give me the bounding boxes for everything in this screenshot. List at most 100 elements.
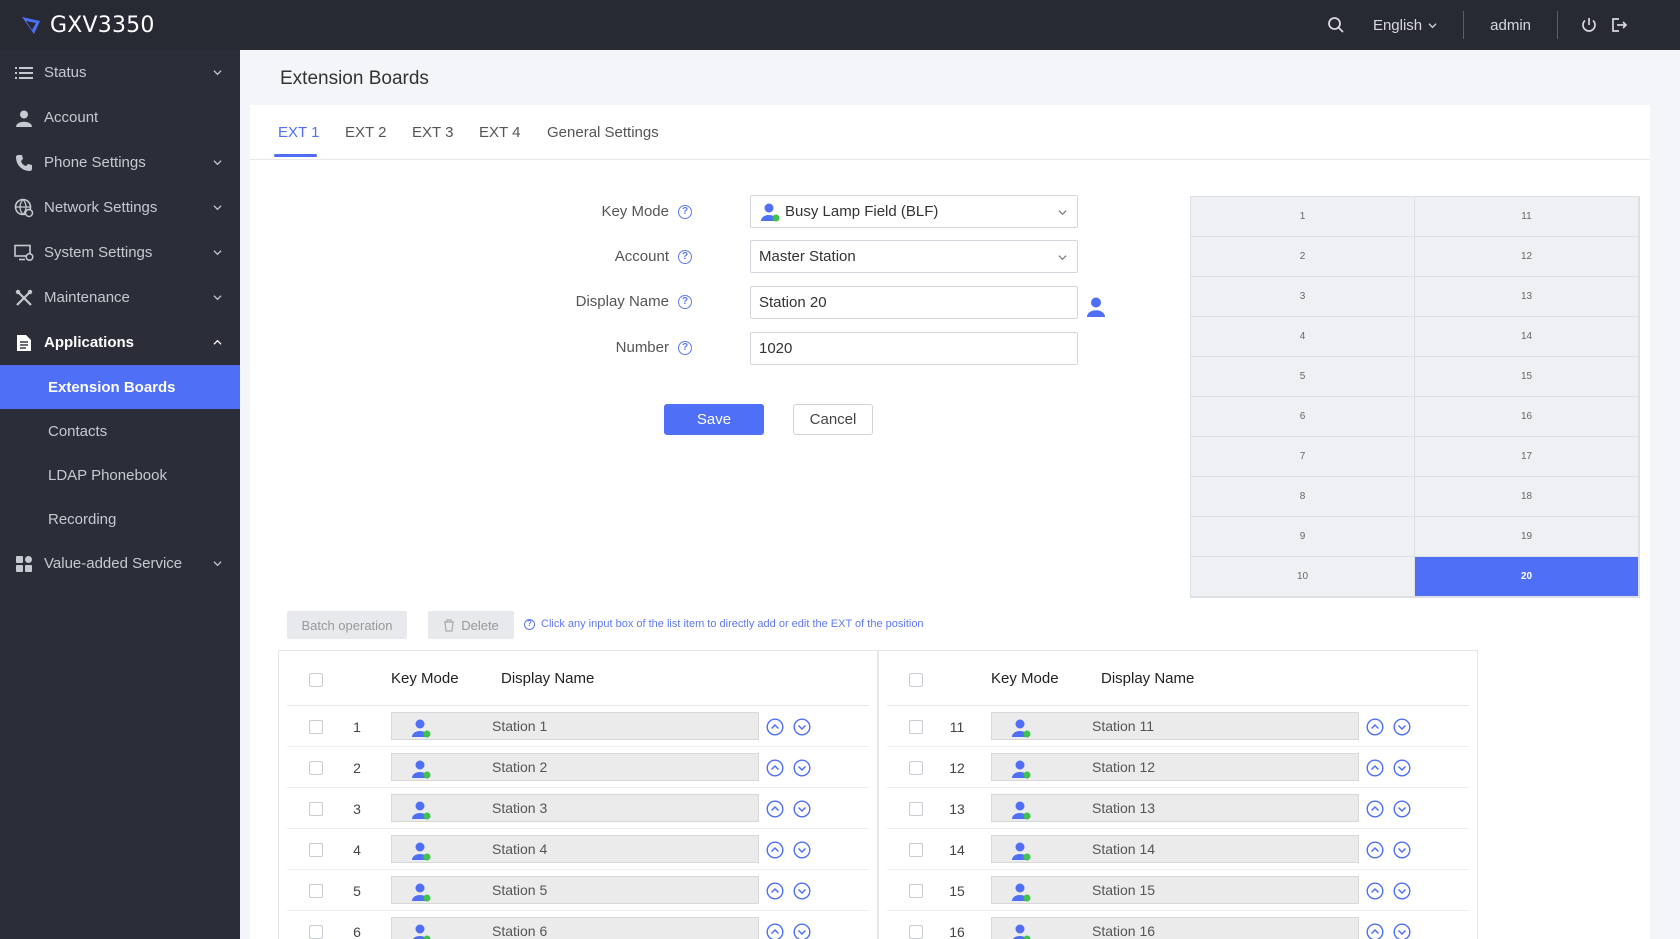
move-down-icon[interactable]	[793, 841, 811, 859]
row-checkbox[interactable]	[309, 843, 323, 857]
row-name-input[interactable]: Station 4	[391, 835, 759, 863]
key-cell[interactable]: 8	[1191, 477, 1415, 517]
select-all-checkbox[interactable]	[309, 673, 323, 687]
move-down-icon[interactable]	[1393, 800, 1411, 818]
key-cell[interactable]: 6	[1191, 397, 1415, 437]
key-cell[interactable]: 9	[1191, 517, 1415, 557]
sidebar-item-status[interactable]: Status	[0, 50, 240, 95]
key-cell[interactable]: 4	[1191, 317, 1415, 357]
move-up-icon[interactable]	[1366, 718, 1384, 736]
row-name-input[interactable]: Station 5	[391, 876, 759, 904]
row-checkbox[interactable]	[309, 720, 323, 734]
move-down-icon[interactable]	[1393, 759, 1411, 777]
move-up-icon[interactable]	[1366, 882, 1384, 900]
power-icon[interactable]	[1580, 16, 1598, 34]
row-name-input[interactable]: Station 13	[991, 794, 1359, 822]
select-all-checkbox[interactable]	[909, 673, 923, 687]
logout-icon[interactable]	[1610, 16, 1628, 34]
row-name-input[interactable]: Station 16	[991, 917, 1359, 939]
key-cell[interactable]: 11	[1415, 197, 1639, 237]
move-down-icon[interactable]	[793, 759, 811, 777]
tab-ext-3[interactable]: EXT 3	[412, 124, 453, 141]
row-name-input[interactable]: Station 15	[991, 876, 1359, 904]
delete-button[interactable]: Delete	[428, 611, 514, 639]
sidebar-item-maintenance[interactable]: Maintenance	[0, 275, 240, 320]
tab-ext-1[interactable]: EXT 1	[278, 124, 319, 141]
move-down-icon[interactable]	[793, 800, 811, 818]
key-cell[interactable]: 2	[1191, 237, 1415, 277]
row-checkbox[interactable]	[309, 925, 323, 939]
move-up-icon[interactable]	[1366, 923, 1384, 939]
key-cell[interactable]: 20	[1415, 557, 1639, 597]
key-cell[interactable]: 7	[1191, 437, 1415, 477]
move-up-icon[interactable]	[1366, 759, 1384, 777]
contact-picker-icon[interactable]	[1085, 296, 1107, 318]
key-cell[interactable]: 19	[1415, 517, 1639, 557]
move-down-icon[interactable]	[793, 923, 811, 939]
sidebar-subitem-contacts[interactable]: Contacts	[0, 409, 240, 453]
row-checkbox[interactable]	[309, 884, 323, 898]
row-name-input[interactable]: Station 6	[391, 917, 759, 939]
sidebar-item-phone-settings[interactable]: Phone Settings	[0, 140, 240, 185]
row-checkbox[interactable]	[909, 761, 923, 775]
row-name-input[interactable]: Station 3	[391, 794, 759, 822]
sidebar-item-account[interactable]: Account	[0, 95, 240, 140]
help-icon[interactable]: ?	[678, 205, 692, 219]
number-input[interactable]: 1020	[750, 332, 1078, 365]
move-down-icon[interactable]	[1393, 923, 1411, 939]
row-checkbox[interactable]	[309, 802, 323, 816]
move-down-icon[interactable]	[793, 882, 811, 900]
key-cell[interactable]: 3	[1191, 277, 1415, 317]
help-icon[interactable]: ?	[678, 341, 692, 355]
move-up-icon[interactable]	[766, 923, 784, 939]
key-cell[interactable]: 15	[1415, 357, 1639, 397]
search-icon[interactable]	[1327, 16, 1345, 34]
row-name-input[interactable]: Station 14	[991, 835, 1359, 863]
sidebar-item-applications[interactable]: Applications	[0, 320, 240, 365]
key-cell[interactable]: 10	[1191, 557, 1415, 597]
key-mode-select[interactable]: Busy Lamp Field (BLF)	[750, 195, 1078, 228]
key-cell[interactable]: 5	[1191, 357, 1415, 397]
key-cell[interactable]: 18	[1415, 477, 1639, 517]
move-down-icon[interactable]	[1393, 841, 1411, 859]
sidebar-subitem-recording[interactable]: Recording	[0, 497, 240, 541]
tab-general-settings[interactable]: General Settings	[547, 124, 659, 141]
move-up-icon[interactable]	[1366, 841, 1384, 859]
row-checkbox[interactable]	[909, 925, 923, 939]
save-button[interactable]: Save	[664, 404, 764, 435]
sidebar-subitem-ldap-phonebook[interactable]: LDAP Phonebook	[0, 453, 240, 497]
cancel-button[interactable]: Cancel	[793, 404, 873, 435]
help-icon[interactable]: ?	[678, 295, 692, 309]
tab-ext-2[interactable]: EXT 2	[345, 124, 386, 141]
key-cell[interactable]: 12	[1415, 237, 1639, 277]
key-cell[interactable]: 16	[1415, 397, 1639, 437]
sidebar-item-system-settings[interactable]: System Settings	[0, 230, 240, 275]
row-checkbox[interactable]	[909, 802, 923, 816]
key-cell[interactable]: 14	[1415, 317, 1639, 357]
row-checkbox[interactable]	[909, 884, 923, 898]
user-menu[interactable]: admin	[1490, 17, 1531, 34]
row-name-input[interactable]: Station 11	[991, 712, 1359, 740]
account-select[interactable]: Master Station	[750, 240, 1078, 273]
move-up-icon[interactable]	[766, 718, 784, 736]
key-cell[interactable]: 13	[1415, 277, 1639, 317]
move-up-icon[interactable]	[1366, 800, 1384, 818]
row-name-input[interactable]: Station 2	[391, 753, 759, 781]
language-select[interactable]: English	[1373, 17, 1437, 34]
move-down-icon[interactable]	[793, 718, 811, 736]
move-down-icon[interactable]	[1393, 882, 1411, 900]
move-up-icon[interactable]	[766, 800, 784, 818]
move-down-icon[interactable]	[1393, 718, 1411, 736]
move-up-icon[interactable]	[766, 759, 784, 777]
row-name-input[interactable]: Station 1	[391, 712, 759, 740]
move-up-icon[interactable]	[766, 882, 784, 900]
sidebar-subitem-extension-boards[interactable]: Extension Boards	[0, 365, 240, 409]
move-up-icon[interactable]	[766, 841, 784, 859]
row-name-input[interactable]: Station 12	[991, 753, 1359, 781]
batch-operation-button[interactable]: Batch operation	[287, 611, 407, 639]
sidebar-item-value-added-service[interactable]: Value-added Service	[0, 541, 240, 586]
row-checkbox[interactable]	[909, 843, 923, 857]
row-checkbox[interactable]	[909, 720, 923, 734]
row-checkbox[interactable]	[309, 761, 323, 775]
key-cell[interactable]: 1	[1191, 197, 1415, 237]
